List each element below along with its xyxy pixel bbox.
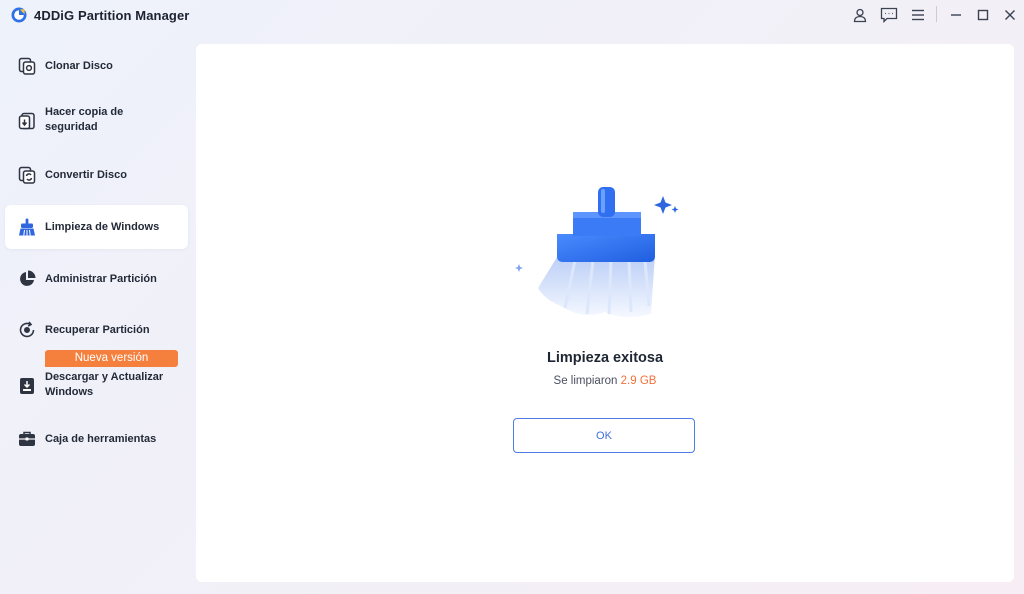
sidebar-item-administrar-particion[interactable]: Administrar Partición <box>5 260 188 300</box>
sidebar-item-caja-de-herramientas[interactable]: Caja de herramientas <box>5 420 188 460</box>
sidebar-item-label: Limpieza de Windows <box>45 221 160 233</box>
4ddig-logo-icon <box>11 7 27 23</box>
maximize-icon[interactable] <box>973 5 993 25</box>
result-title: Limpieza exitosa <box>546 350 664 366</box>
sidebar-item-label: Caja de herramientas <box>45 433 157 445</box>
sidebar-item-descargar-windows[interactable]: Descargar y Actualizar Windows <box>5 366 188 406</box>
sidebar-item-label: Hacer copia de seguridad <box>45 106 124 133</box>
new-version-badge: Nueva versión <box>45 350 178 367</box>
sidebar-item-label: Administrar Partición <box>45 273 157 285</box>
result-subtitle: Se limpiaron 2.9 GB <box>196 375 1014 387</box>
broom-icon <box>19 218 35 236</box>
app-title: 4DDiG Partition Manager <box>34 8 190 23</box>
convert-disk-icon <box>18 166 36 184</box>
clone-disk-icon <box>18 57 36 75</box>
sidebar: Clonar Disco Hacer copia de seguridad Co… <box>0 42 196 582</box>
sidebar-item-label: Clonar Disco <box>45 60 113 72</box>
ok-button[interactable]: OK <box>513 418 695 453</box>
sidebar-item-label: Recuperar Partición <box>45 324 150 336</box>
recover-partition-icon <box>19 321 35 338</box>
minimize-icon[interactable] <box>946 5 966 25</box>
cleaned-amount: 2.9 GB <box>620 375 657 387</box>
toolbox-icon <box>19 431 35 446</box>
sidebar-item-clonar-disco[interactable]: Clonar Disco <box>5 46 188 86</box>
pie-chart-icon <box>20 270 36 286</box>
sidebar-item-recuperar-particion[interactable]: Recuperar Partición <box>5 311 188 351</box>
sidebar-item-label: Convertir Disco <box>45 169 127 181</box>
title-bar-divider <box>936 6 937 22</box>
close-icon[interactable] <box>1000 5 1020 25</box>
result-subtitle-prefix: Se limpiaron <box>553 375 621 387</box>
download-windows-icon <box>20 378 34 394</box>
sidebar-item-limpieza-de-windows[interactable]: Limpieza de Windows <box>5 205 188 249</box>
sidebar-item-label: Descargar y Actualizar Windows <box>45 371 164 398</box>
broom-illustration <box>515 187 679 318</box>
menu-icon[interactable] <box>908 5 928 25</box>
title-bar: 4DDiG Partition Manager <box>0 0 1024 32</box>
sidebar-item-hacer-copia[interactable]: Hacer copia de seguridad <box>5 98 188 142</box>
backup-icon <box>18 112 35 130</box>
feedback-icon[interactable] <box>879 5 899 25</box>
main-panel: Limpieza exitosa Se limpiaron 2.9 GB OK <box>196 44 1014 582</box>
sidebar-item-convertir-disco[interactable]: Convertir Disco <box>5 156 188 196</box>
account-icon[interactable] <box>850 5 870 25</box>
